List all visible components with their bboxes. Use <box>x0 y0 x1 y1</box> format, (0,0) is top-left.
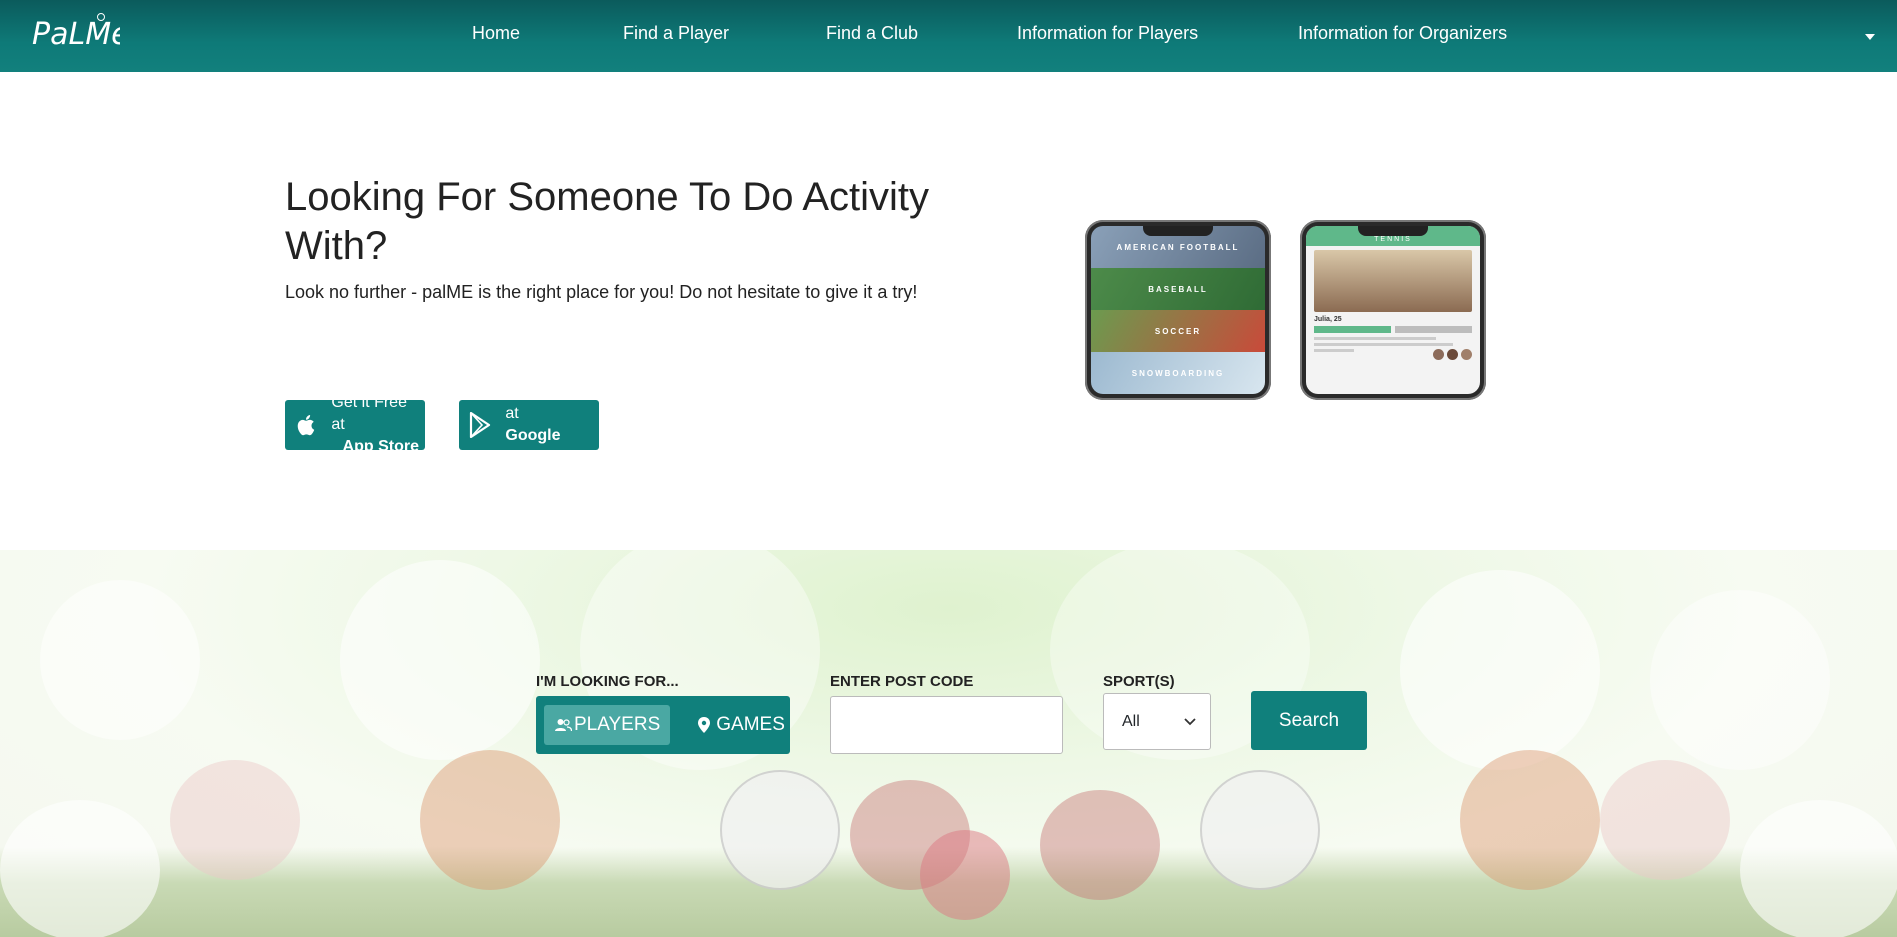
looking-for-label: I'M LOOKING FOR... <box>536 673 679 690</box>
nav-home[interactable]: Home <box>472 23 520 44</box>
sport-strip: SNOWBOARDING <box>1091 352 1265 394</box>
apple-icon <box>295 410 319 440</box>
players-label: PLAYERS <box>574 714 661 735</box>
hero-title: Looking For Someone To Do Activity With? <box>285 175 930 268</box>
profile-text-line <box>1314 337 1436 340</box>
map-pin-icon <box>696 716 714 734</box>
sports-label: SPORT(S) <box>1103 673 1175 690</box>
avatar <box>1461 349 1472 360</box>
app-store-button[interactable]: Get it Free at App Store <box>285 394 425 455</box>
google-play-icon <box>469 410 493 440</box>
nav-information-for-organizers[interactable]: Information for Organizers <box>1298 23 1507 44</box>
sports-selected-value: All <box>1122 712 1140 730</box>
sport-strip: SOCCER <box>1091 310 1265 352</box>
avatar <box>1433 349 1444 360</box>
profile-tag <box>1395 326 1472 333</box>
nav-find-a-player[interactable]: Find a Player <box>623 23 729 44</box>
hero-subtitle: Look no further - palME is the right pla… <box>285 282 918 302</box>
caret-down-icon[interactable] <box>1863 32 1877 42</box>
avatar <box>1447 349 1458 360</box>
top-navbar: PaLMe Home Find a Player Find a Club Inf… <box>0 0 1897 72</box>
phone-mockup-sports: AMERICAN FOOTBALL BASEBALL SOCCER SNOWBO… <box>1085 220 1271 400</box>
nav-find-a-club[interactable]: Find a Club <box>826 23 918 44</box>
search-button[interactable]: Search <box>1251 691 1367 750</box>
profile-text-line <box>1314 349 1354 352</box>
users-icon <box>554 716 572 734</box>
games-toggle-button[interactable]: GAMES <box>686 705 795 745</box>
phone-mockup-profile: TENNIS Julia, 25 <box>1300 220 1486 400</box>
sports-select[interactable]: All <box>1103 693 1211 750</box>
google-play-line1: Get it Free at <box>505 383 581 422</box>
app-store-line1: Get it Free at <box>331 394 407 433</box>
postcode-input[interactable] <box>830 696 1063 754</box>
nav-information-for-players[interactable]: Information for Players <box>1017 23 1198 44</box>
games-label: GAMES <box>716 714 785 735</box>
chevron-down-icon <box>1184 717 1196 725</box>
profile-name: Julia, 25 <box>1314 316 1342 323</box>
app-store-line2: App Store <box>342 438 419 455</box>
looking-for-toggle: PLAYERS GAMES <box>536 696 790 754</box>
google-play-button[interactable]: Get it Free at Google Play <box>459 383 599 466</box>
google-play-line2: Google Play <box>505 427 561 466</box>
sport-strip: BASEBALL <box>1091 268 1265 310</box>
postcode-label: ENTER POST CODE <box>830 673 974 690</box>
profile-text-line <box>1314 343 1454 346</box>
players-toggle-button[interactable]: PLAYERS <box>544 705 671 745</box>
profile-tag <box>1314 326 1391 333</box>
profile-photo <box>1314 250 1472 312</box>
